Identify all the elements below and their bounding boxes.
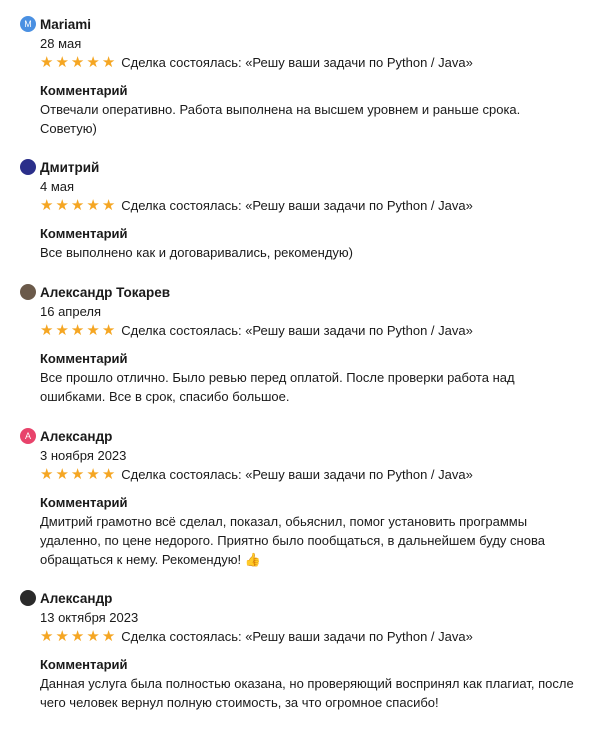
deal-status: Сделка состоялась: «Решу ваши задачи по … <box>121 197 473 213</box>
review-item: Дмитрий 4 мая ★ ★ ★ ★ ★ Сделка состоялас… <box>20 157 600 262</box>
reviewer-name[interactable]: Александр <box>40 591 112 606</box>
star-icon: ★ <box>55 53 69 71</box>
review-item: А Александр 3 ноября 2023 ★ ★ ★ ★ ★ Сдел… <box>20 426 600 569</box>
reviewer-name[interactable]: Александр Токарев <box>40 285 170 300</box>
rating-row: ★ ★ ★ ★ ★ Сделка состоялась: «Решу ваши … <box>40 627 600 645</box>
star-icon: ★ <box>101 465 116 483</box>
reviewer-name[interactable]: Дмитрий <box>40 160 99 175</box>
review-header: Дмитрий <box>20 157 600 177</box>
star-icon: ★ <box>101 196 116 214</box>
comment-text: Все выполнено как и договаривались, реко… <box>40 245 353 260</box>
review-date: 4 мая <box>40 179 75 194</box>
deal-status: Сделка состоялась: «Решу ваши задачи по … <box>121 466 473 482</box>
star-icon: ★ <box>86 53 100 71</box>
comment-text: Все прошло отлично. Было ревью перед опл… <box>40 370 515 404</box>
avatar[interactable] <box>20 284 36 300</box>
comment-text: Отвечали оперативно. Работа выполнена на… <box>40 102 521 136</box>
comment-title: Комментарий <box>40 351 128 366</box>
deal-status: Сделка состоялась: «Решу ваши задачи по … <box>121 322 473 338</box>
star-icon: ★ <box>55 196 69 214</box>
star-icon: ★ <box>70 465 85 483</box>
star-icon: ★ <box>70 196 85 214</box>
comment-title: Комментарий <box>40 83 128 98</box>
review-header: M Mariami <box>20 14 600 34</box>
review-item: Александр 13 октября 2023 ★ ★ ★ ★ ★ Сдел… <box>20 588 600 712</box>
rating-stars: ★ ★ ★ ★ ★ <box>40 629 115 644</box>
comment-text: Данная услуга была полностью оказана, но… <box>40 676 574 710</box>
avatar[interactable] <box>20 159 36 175</box>
star-icon: ★ <box>55 465 69 483</box>
star-icon: ★ <box>101 53 116 71</box>
star-icon: ★ <box>40 196 54 214</box>
rating-stars: ★ ★ ★ ★ ★ <box>40 55 115 70</box>
star-icon: ★ <box>70 321 85 339</box>
star-icon: ★ <box>86 465 100 483</box>
comment-text: Дмитрий грамотно всё сделал, показал, об… <box>40 514 545 567</box>
star-icon: ★ <box>86 627 100 645</box>
star-icon: ★ <box>40 465 54 483</box>
star-icon: ★ <box>40 53 54 71</box>
star-icon: ★ <box>40 627 54 645</box>
avatar[interactable]: M <box>20 16 36 32</box>
rating-row: ★ ★ ★ ★ ★ Сделка состоялась: «Решу ваши … <box>40 53 600 71</box>
review-date: 16 апреля <box>40 304 101 319</box>
star-icon: ★ <box>86 321 100 339</box>
star-icon: ★ <box>70 627 85 645</box>
deal-status: Сделка состоялась: «Решу ваши задачи по … <box>121 628 473 644</box>
review-date: 3 ноября 2023 <box>40 448 127 463</box>
rating-row: ★ ★ ★ ★ ★ Сделка состоялась: «Решу ваши … <box>40 465 600 483</box>
rating-row: ★ ★ ★ ★ ★ Сделка состоялась: «Решу ваши … <box>40 321 600 339</box>
avatar[interactable] <box>20 590 36 606</box>
star-icon: ★ <box>70 53 85 71</box>
review-item: M Mariami 28 мая ★ ★ ★ ★ ★ Сделка состоя… <box>20 14 600 138</box>
star-icon: ★ <box>101 321 116 339</box>
star-icon: ★ <box>101 627 116 645</box>
deal-status: Сделка состоялась: «Решу ваши задачи по … <box>121 54 473 70</box>
star-icon: ★ <box>86 196 100 214</box>
review-date: 28 мая <box>40 36 82 51</box>
review-item: Александр Токарев 16 апреля ★ ★ ★ ★ ★ Сд… <box>20 282 600 406</box>
reviewer-name[interactable]: Александр <box>40 429 112 444</box>
comment-title: Комментарий <box>40 657 128 672</box>
review-header: Александр Токарев <box>20 282 600 302</box>
review-date: 13 октября 2023 <box>40 610 139 625</box>
reviewer-name[interactable]: Mariami <box>40 17 91 32</box>
star-icon: ★ <box>55 627 69 645</box>
review-header: Александр <box>20 588 600 608</box>
rating-stars: ★ ★ ★ ★ ★ <box>40 198 115 213</box>
comment-title: Комментарий <box>40 495 128 510</box>
star-icon: ★ <box>55 321 69 339</box>
rating-stars: ★ ★ ★ ★ ★ <box>40 323 115 338</box>
star-icon: ★ <box>40 321 54 339</box>
comment-title: Комментарий <box>40 226 128 241</box>
rating-stars: ★ ★ ★ ★ ★ <box>40 467 115 482</box>
avatar[interactable]: А <box>20 428 36 444</box>
review-header: А Александр <box>20 426 600 446</box>
rating-row: ★ ★ ★ ★ ★ Сделка состоялась: «Решу ваши … <box>40 196 600 214</box>
